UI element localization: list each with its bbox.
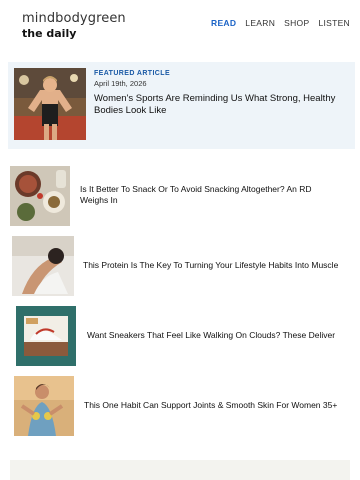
featured-text: FEATURED ARTICLE April 19th, 2026 Women'… <box>94 70 344 117</box>
featured-title[interactable]: Women's Sports Are Reminding Us What Str… <box>94 93 344 117</box>
top-nav: READ LEARN SHOP LISTEN <box>211 18 350 28</box>
article-image-protein[interactable] <box>12 236 74 296</box>
article-image-joints[interactable] <box>14 376 74 436</box>
nav-learn[interactable]: LEARN <box>245 18 275 28</box>
article-title[interactable]: Want Sneakers That Feel Like Walking On … <box>87 330 352 341</box>
article-image-sneakers[interactable] <box>16 306 76 366</box>
article-title[interactable]: This One Habit Can Support Joints & Smoo… <box>84 400 354 411</box>
brand-name: mindbodygreen <box>22 11 126 26</box>
featured-date: April 19th, 2026 <box>94 79 147 88</box>
featured-image[interactable] <box>14 68 86 140</box>
article-item[interactable]: Is It Better To Snack Or To Avoid Snacki… <box>0 162 360 226</box>
nav-shop[interactable]: SHOP <box>284 18 309 28</box>
header: mindbodygreen the daily READ LEARN SHOP … <box>0 0 360 52</box>
article-item[interactable]: Want Sneakers That Feel Like Walking On … <box>0 302 360 366</box>
nav-listen[interactable]: LISTEN <box>318 18 350 28</box>
newsletter-name: the daily <box>22 27 77 40</box>
article-item[interactable]: This Protein Is The Key To Turning Your … <box>0 232 360 296</box>
article-image-snacks[interactable] <box>10 166 70 226</box>
nav-read[interactable]: READ <box>211 18 236 28</box>
logo[interactable]: mindbodygreen the daily <box>22 12 126 41</box>
article-title[interactable]: Is It Better To Snack Or To Avoid Snacki… <box>80 184 330 206</box>
featured-tag: FEATURED ARTICLE <box>94 70 171 77</box>
featured-article[interactable]: FEATURED ARTICLE April 19th, 2026 Women'… <box>8 62 355 149</box>
article-item[interactable]: This One Habit Can Support Joints & Smoo… <box>0 372 360 436</box>
article-title[interactable]: This Protein Is The Key To Turning Your … <box>83 260 353 271</box>
footer-banner <box>10 460 350 480</box>
